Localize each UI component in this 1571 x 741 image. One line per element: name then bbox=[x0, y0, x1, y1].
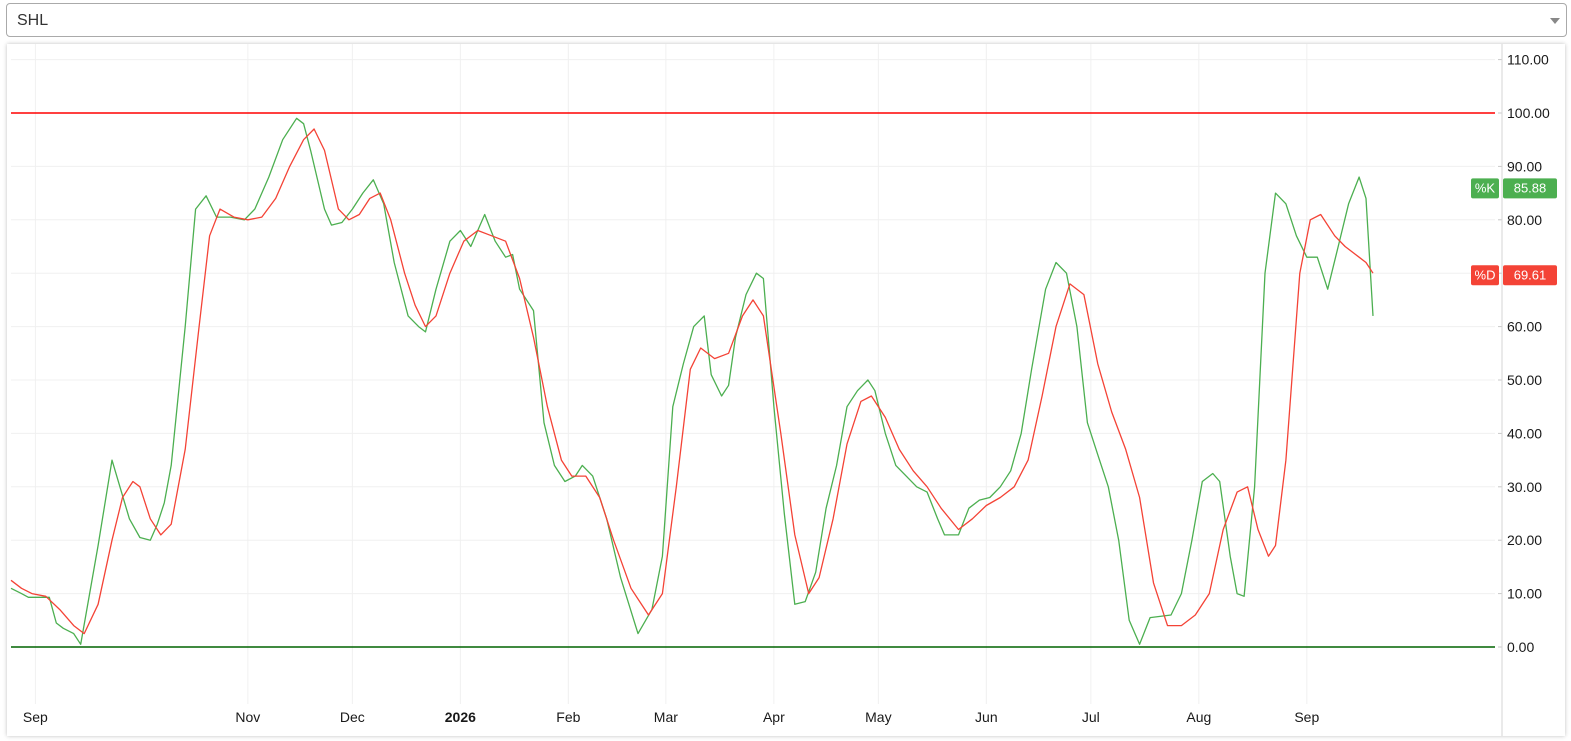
y-axis: 110.00100.0090.0080.0070.0060.0050.0040.… bbox=[1498, 44, 1550, 736]
y-tick-label: 10.00 bbox=[1507, 586, 1542, 602]
x-tick-label: Sep bbox=[1294, 709, 1319, 725]
x-tick-label: Nov bbox=[235, 709, 260, 725]
k-series-line bbox=[10, 117, 1374, 645]
symbol-select[interactable]: SHL bbox=[6, 3, 1567, 37]
x-tick-label: Sep bbox=[23, 709, 48, 725]
k-badge-value: 85.88 bbox=[1514, 180, 1547, 195]
y-tick-label: 100.00 bbox=[1507, 105, 1550, 121]
y-tick-label: 30.00 bbox=[1507, 479, 1542, 495]
y-tick-label: 80.00 bbox=[1507, 212, 1542, 228]
x-tick-label: Jun bbox=[975, 709, 998, 725]
d-badge-label: %D bbox=[1475, 267, 1496, 282]
x-tick-label: 2026 bbox=[445, 709, 476, 725]
y-tick-label: 40.00 bbox=[1507, 425, 1542, 441]
x-tick-label: Jul bbox=[1082, 709, 1100, 725]
y-tick-label: 50.00 bbox=[1507, 372, 1542, 388]
stochastic-chart[interactable]: 110.00100.0090.0080.0070.0060.0050.0040.… bbox=[7, 44, 1565, 736]
y-tick-label: 90.00 bbox=[1507, 158, 1542, 174]
badge-layer: %K 85.88 %D 69.61 bbox=[1471, 178, 1557, 286]
grid-layer bbox=[11, 44, 1495, 704]
symbol-value: SHL bbox=[17, 12, 49, 29]
x-tick-label: Apr bbox=[763, 709, 785, 725]
y-tick-label: 110.00 bbox=[1507, 52, 1549, 68]
series-layer bbox=[10, 117, 1374, 645]
d-badge: %D 69.61 bbox=[1471, 265, 1557, 286]
chevron-down-icon[interactable] bbox=[1550, 18, 1560, 24]
k-badge-label: %K bbox=[1475, 180, 1496, 195]
y-tick-label: 20.00 bbox=[1507, 532, 1542, 548]
x-tick-label: Dec bbox=[340, 709, 365, 725]
x-tick-label: May bbox=[865, 709, 891, 725]
y-tick-label: 0.00 bbox=[1507, 639, 1534, 655]
x-tick-label: Aug bbox=[1186, 709, 1211, 725]
x-tick-label: Feb bbox=[556, 709, 580, 725]
k-badge: %K 85.88 bbox=[1471, 178, 1557, 199]
y-tick-label: 60.00 bbox=[1507, 319, 1542, 335]
x-axis: Sep Nov Dec 2026 Feb Mar Apr May Jun Jul Aug Sep bbox=[23, 709, 1320, 725]
x-tick-label: Mar bbox=[654, 709, 678, 725]
d-badge-value: 69.61 bbox=[1514, 267, 1547, 282]
chart-panel[interactable]: 110.00100.0090.0080.0070.0060.0050.0040.… bbox=[7, 44, 1565, 736]
d-series-line bbox=[10, 128, 1374, 635]
